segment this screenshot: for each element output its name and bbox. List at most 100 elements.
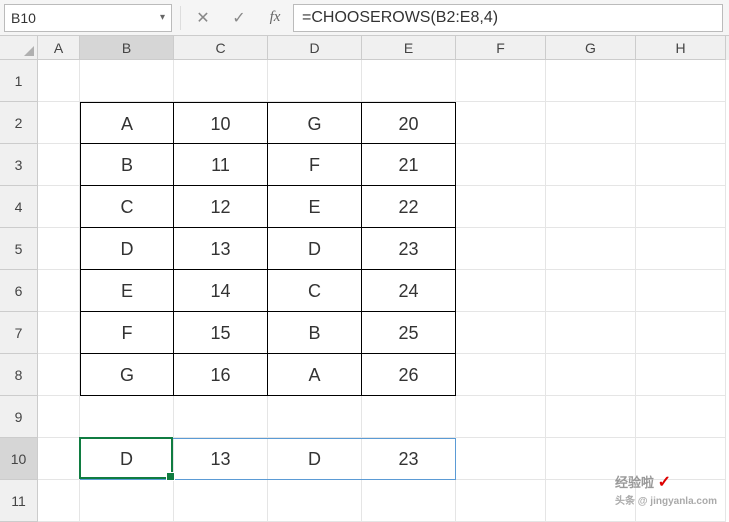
cell[interactable] — [38, 228, 80, 270]
cell[interactable] — [636, 186, 726, 228]
cancel-formula-button[interactable]: ✕ — [185, 4, 221, 32]
col-header-H[interactable]: H — [636, 36, 726, 60]
cell[interactable] — [546, 228, 636, 270]
row-header[interactable]: 1 — [0, 60, 38, 102]
cell[interactable] — [38, 312, 80, 354]
cell[interactable] — [546, 396, 636, 438]
cell-D10[interactable]: D — [268, 438, 362, 480]
col-header-D[interactable]: D — [268, 36, 362, 60]
cell[interactable] — [456, 270, 546, 312]
cell[interactable] — [636, 354, 726, 396]
cell[interactable]: 14 — [174, 270, 268, 312]
row-header[interactable]: 3 — [0, 144, 38, 186]
cell[interactable] — [38, 144, 80, 186]
cell[interactable] — [456, 60, 546, 102]
col-header-B[interactable]: B — [80, 36, 174, 60]
cell[interactable] — [546, 270, 636, 312]
name-box[interactable]: B10 ▾ — [4, 4, 172, 32]
cell[interactable] — [38, 396, 80, 438]
chevron-down-icon[interactable]: ▾ — [160, 12, 165, 23]
cell[interactable]: B — [268, 312, 362, 354]
cell[interactable]: A — [80, 102, 174, 144]
cell[interactable] — [174, 396, 268, 438]
cell[interactable]: 26 — [362, 354, 456, 396]
accept-formula-button[interactable]: ✓ — [221, 4, 257, 32]
cell[interactable] — [80, 60, 174, 102]
cell[interactable] — [546, 312, 636, 354]
cell[interactable]: G — [80, 354, 174, 396]
cell[interactable]: 24 — [362, 270, 456, 312]
row-header[interactable]: 4 — [0, 186, 38, 228]
cell[interactable] — [362, 480, 456, 522]
cell[interactable]: E — [268, 186, 362, 228]
cell[interactable] — [456, 312, 546, 354]
cell[interactable] — [546, 144, 636, 186]
cell[interactable]: 11 — [174, 144, 268, 186]
cell[interactable]: G — [268, 102, 362, 144]
cell[interactable] — [268, 480, 362, 522]
cell[interactable]: D — [80, 228, 174, 270]
select-all-corner[interactable] — [0, 36, 38, 60]
cell[interactable] — [456, 354, 546, 396]
fx-icon[interactable]: fx — [257, 4, 293, 32]
cell[interactable]: E — [80, 270, 174, 312]
row-header[interactable]: 6 — [0, 270, 38, 312]
cell[interactable]: 13 — [174, 228, 268, 270]
cell[interactable]: 20 — [362, 102, 456, 144]
cell[interactable]: 10 — [174, 102, 268, 144]
cell[interactable] — [80, 480, 174, 522]
cell[interactable]: 16 — [174, 354, 268, 396]
cell[interactable] — [80, 396, 174, 438]
cell[interactable] — [38, 270, 80, 312]
cell[interactable] — [456, 228, 546, 270]
cell[interactable] — [268, 60, 362, 102]
cell[interactable] — [456, 144, 546, 186]
cell[interactable] — [636, 144, 726, 186]
cell[interactable] — [362, 396, 456, 438]
cell[interactable] — [636, 312, 726, 354]
row-header[interactable]: 11 — [0, 480, 38, 522]
cell[interactable]: C — [80, 186, 174, 228]
cell[interactable] — [636, 396, 726, 438]
cell[interactable] — [38, 102, 80, 144]
cell[interactable]: 23 — [362, 228, 456, 270]
cell[interactable] — [456, 102, 546, 144]
formula-input[interactable]: =CHOOSEROWS(B2:E8,4) — [293, 4, 723, 32]
col-header-E[interactable]: E — [362, 36, 456, 60]
cell[interactable] — [546, 102, 636, 144]
col-header-C[interactable]: C — [174, 36, 268, 60]
cell[interactable]: 25 — [362, 312, 456, 354]
row-header[interactable]: 5 — [0, 228, 38, 270]
col-header-G[interactable]: G — [546, 36, 636, 60]
cell[interactable] — [636, 102, 726, 144]
cell[interactable] — [456, 186, 546, 228]
cell[interactable] — [456, 396, 546, 438]
cell[interactable] — [546, 186, 636, 228]
cell[interactable] — [38, 60, 80, 102]
row-header[interactable]: 9 — [0, 396, 38, 438]
cell[interactable] — [636, 228, 726, 270]
cell[interactable] — [456, 438, 546, 480]
cell[interactable] — [38, 480, 80, 522]
cell[interactable]: C — [268, 270, 362, 312]
cell[interactable]: 21 — [362, 144, 456, 186]
cell-B10[interactable]: D — [80, 438, 174, 480]
col-header-F[interactable]: F — [456, 36, 546, 60]
cell[interactable] — [174, 60, 268, 102]
cell[interactable] — [174, 480, 268, 522]
cell[interactable] — [268, 396, 362, 438]
cell[interactable]: B — [80, 144, 174, 186]
row-header[interactable]: 10 — [0, 438, 38, 480]
cell[interactable] — [636, 60, 726, 102]
cell[interactable]: 12 — [174, 186, 268, 228]
cell[interactable]: D — [268, 228, 362, 270]
cell[interactable] — [546, 354, 636, 396]
cell[interactable] — [362, 60, 456, 102]
col-header-A[interactable]: A — [38, 36, 80, 60]
cell[interactable]: F — [268, 144, 362, 186]
cell[interactable] — [38, 438, 80, 480]
cell-E10[interactable]: 23 — [362, 438, 456, 480]
row-header[interactable]: 2 — [0, 102, 38, 144]
cell[interactable] — [636, 270, 726, 312]
cell[interactable]: 22 — [362, 186, 456, 228]
